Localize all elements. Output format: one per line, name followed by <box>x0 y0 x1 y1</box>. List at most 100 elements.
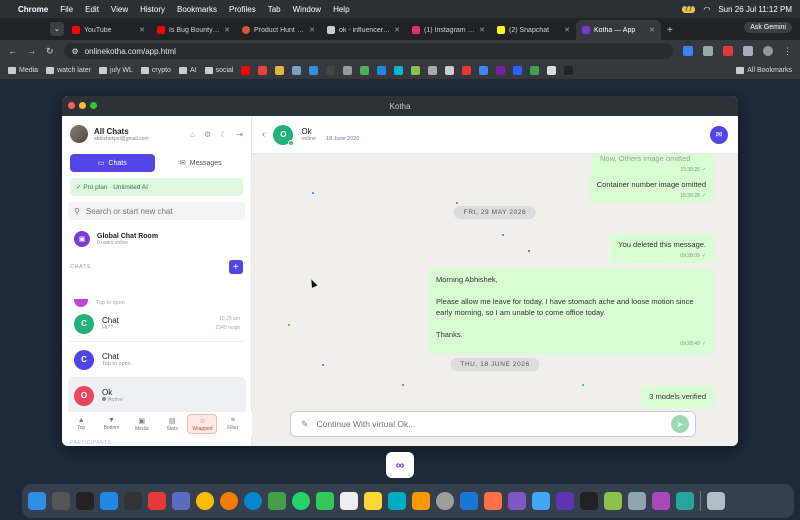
message-bubble[interactable]: Container number image omitted 15:39:28 ✓ <box>588 174 714 203</box>
url-field[interactable]: ⚙ onlinekotha.com/app.html <box>63 43 673 59</box>
app-icon[interactable] <box>652 492 670 510</box>
menu-profiles[interactable]: Profiles <box>229 5 256 14</box>
menu-app[interactable]: Chrome <box>18 5 48 14</box>
close-icon[interactable]: ✕ <box>394 26 400 34</box>
bookmark-icon[interactable] <box>564 66 574 75</box>
bookmark-folder[interactable]: watch later <box>46 67 91 74</box>
finder-icon[interactable] <box>28 492 46 510</box>
kotha-dock-app-icon[interactable]: ∞ <box>386 452 414 478</box>
site-info-icon[interactable]: ⚙ <box>72 47 79 56</box>
extension-icon[interactable] <box>683 46 693 56</box>
all-bookmarks[interactable]: All Bookmarks <box>736 67 792 74</box>
battery-indicator[interactable]: 77 <box>681 5 696 13</box>
menu-help[interactable]: Help <box>333 5 349 14</box>
nav-wrapped[interactable]: ☆ Wrapped <box>187 414 218 434</box>
bookmark-icon[interactable] <box>275 66 285 75</box>
new-chat-button[interactable]: + <box>229 260 243 274</box>
bookmark-icon[interactable] <box>326 66 336 75</box>
contact-avatar[interactable]: O <box>273 124 295 146</box>
app-icon[interactable] <box>628 492 646 510</box>
profile-avatar-icon[interactable] <box>763 46 773 56</box>
tab-search-icon[interactable]: ⌄ <box>50 22 64 36</box>
bookmark-icon[interactable] <box>462 66 472 75</box>
bookmark-icon[interactable] <box>445 66 455 75</box>
menu-dots-icon[interactable]: ⋮ <box>783 46 792 57</box>
close-icon[interactable]: ✕ <box>309 26 315 34</box>
ask-gemini-button[interactable]: Ask Gemini <box>744 22 792 33</box>
nav-top[interactable]: ▲ Top <box>66 414 96 434</box>
app-icon[interactable] <box>556 492 574 510</box>
tab-youtube[interactable]: YouTube ✕ <box>66 20 151 40</box>
message-bubble[interactable]: Morning Abhishek, Please allow me leave … <box>428 268 714 354</box>
forward-icon[interactable]: → <box>27 46 36 56</box>
safari-icon[interactable] <box>244 492 262 510</box>
close-icon[interactable]: ✕ <box>224 26 230 34</box>
tab-snapchat[interactable]: (2) Snapchat ✕ <box>491 20 576 40</box>
reload-icon[interactable]: ↻ <box>46 46 54 57</box>
new-tab-button[interactable]: + <box>667 25 673 36</box>
search-bar[interactable]: ⚲ Search or start new chat <box>68 202 245 220</box>
bookmark-icon[interactable] <box>360 66 370 75</box>
xcode-icon[interactable] <box>532 492 550 510</box>
messages-tab[interactable]: ✉ Messages <box>159 154 244 172</box>
app-icon[interactable] <box>604 492 622 510</box>
app-icon[interactable] <box>676 492 694 510</box>
phone-icon[interactable] <box>268 492 286 510</box>
message-input[interactable] <box>316 419 663 429</box>
vscode-bookmark-icon[interactable] <box>309 66 319 75</box>
minimize-window-button[interactable] <box>79 102 86 109</box>
nav-media[interactable]: ▣ Media <box>127 414 157 434</box>
bookmark-icon[interactable] <box>394 66 404 75</box>
chat-list-item-active[interactable]: O Ok Active <box>68 378 246 414</box>
github-bookmark-icon[interactable] <box>547 66 557 75</box>
gmail-bookmark-icon[interactable] <box>258 66 268 75</box>
chrome-icon[interactable] <box>196 492 214 510</box>
tab-kotha[interactable]: Kotha — App ✕ <box>576 20 661 40</box>
zoom-window-button[interactable] <box>90 102 97 109</box>
message-bubble[interactable]: You deleted this message. 09:28:09 ✓ <box>610 234 714 263</box>
whatsapp-icon[interactable] <box>292 492 310 510</box>
tab-instagram[interactable]: (1) Instagram • M ✕ <box>406 20 491 40</box>
bookmark-icon[interactable] <box>513 66 523 75</box>
pencil-icon[interactable] <box>412 492 430 510</box>
piano-icon[interactable] <box>76 492 94 510</box>
menu-edit[interactable]: Edit <box>85 5 99 14</box>
message-bubble[interactable]: 3 models verified <box>641 386 714 408</box>
tab-bug-bounty[interactable]: Is Bug Bounty Re ✕ <box>151 20 236 40</box>
close-window-button[interactable] <box>68 102 75 109</box>
nav-bottom[interactable]: ▼ Bottom <box>96 414 126 434</box>
back-icon[interactable]: ← <box>8 46 17 56</box>
bookmark-icon[interactable] <box>377 66 387 75</box>
search-input[interactable]: Search or start new chat <box>86 207 173 216</box>
nav-stats[interactable]: ▤ Stats <box>157 414 187 434</box>
bookmark-icon[interactable] <box>530 66 540 75</box>
paperclip-icon[interactable]: ✎ <box>301 419 309 430</box>
close-icon[interactable]: ✕ <box>649 26 655 34</box>
vscode-icon[interactable] <box>460 492 478 510</box>
calendar-icon[interactable] <box>148 492 166 510</box>
youtube-bookmark-icon[interactable] <box>241 66 251 75</box>
app-store-icon[interactable] <box>100 492 118 510</box>
bookmark-icon[interactable] <box>496 66 506 75</box>
back-chevron-icon[interactable]: ‹ <box>262 129 265 140</box>
terminal-icon[interactable] <box>580 492 598 510</box>
chat-list-item[interactable]: C Chat Hi?? 10:29 am 2349 msgs <box>68 306 246 342</box>
close-icon[interactable]: ✕ <box>564 26 570 34</box>
bookmark-folder[interactable]: Media <box>8 67 38 74</box>
menu-window[interactable]: Window <box>293 5 321 14</box>
menu-bookmarks[interactable]: Bookmarks <box>177 5 217 14</box>
extension-icon[interactable] <box>703 46 713 56</box>
tab-product-hunt[interactable]: Product Hunt – T ✕ <box>236 20 321 40</box>
close-icon[interactable]: ✕ <box>139 26 145 34</box>
notes-app-icon[interactable] <box>364 492 382 510</box>
extension-icon[interactable] <box>743 46 753 56</box>
stocks-icon[interactable] <box>388 492 406 510</box>
home-icon[interactable]: ⌂ <box>190 130 195 139</box>
user-avatar[interactable] <box>70 125 88 143</box>
trash-icon[interactable] <box>707 492 725 510</box>
bookmark-icon[interactable] <box>479 66 489 75</box>
app-icon[interactable] <box>508 492 526 510</box>
menu-view[interactable]: View <box>111 5 128 14</box>
bookmark-folder[interactable]: social <box>204 67 233 74</box>
bookmark-icon[interactable] <box>292 66 302 75</box>
